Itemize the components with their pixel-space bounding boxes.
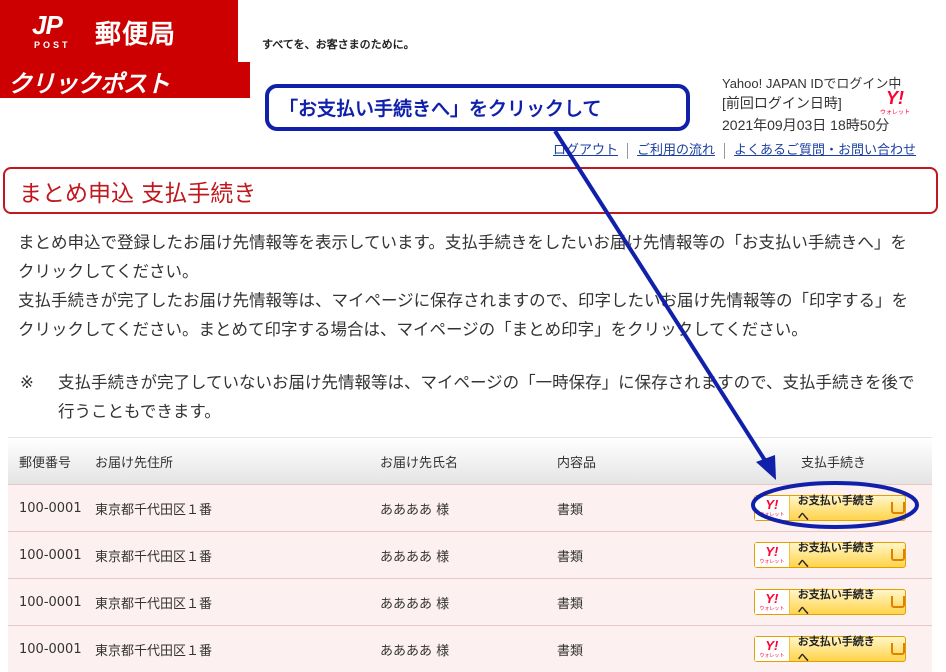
pay-button-label: お支払い手続きへ [797, 635, 875, 664]
clickpost-logo: クリックポスト [8, 70, 170, 98]
table-row: 100-0001 東京都千代田区１番 ああああ 様 書類 Y! ウォレット お支払… [8, 625, 932, 672]
row-address: 東京都千代田区１番 [95, 596, 213, 612]
row-contents: 書類 [557, 502, 584, 518]
pay-button-label: お支払い手続きへ [797, 541, 875, 570]
yahoo-wallet-icon: Y! ウォレット [755, 496, 790, 520]
yahoo-wallet-icon: Y! ウォレット [878, 88, 912, 116]
cart-icon [891, 596, 905, 608]
yahoo-y-mark: Y! [765, 590, 779, 606]
header-payment: 支払手続き [801, 455, 867, 471]
yahoo-y-mark: Y! [765, 543, 779, 559]
pay-button-label: お支払い手続きへ [797, 494, 875, 523]
wallet-label: ウォレット [879, 109, 910, 116]
last-login-label: [前回ログイン日時] [722, 95, 842, 111]
header-name: お届け先氏名 [380, 455, 459, 471]
yahoo-wallet-icon: Y! ウォレット [755, 637, 790, 661]
table-row: 100-0001 東京都千代田区１番 ああああ 様 書類 Y! ウォレット お支払… [8, 578, 932, 625]
wallet-label: ウォレット [759, 558, 785, 565]
row-contents: 書類 [557, 549, 584, 565]
table-row: 100-0001 東京都千代田区１番 ああああ 様 書類 Y! ウォレット お支払… [8, 484, 932, 531]
yahoo-y-mark: Y! [886, 88, 904, 108]
post-logo-text: POST [34, 40, 71, 50]
cart-icon [891, 549, 905, 561]
yahoo-wallet-icon: Y! ウォレット [755, 590, 790, 614]
jp-post-logo: JP POST [30, 10, 85, 52]
post-office-name: 郵便局 [95, 20, 177, 50]
row-zip: 100-0001 [19, 500, 82, 516]
pay-button[interactable]: Y! ウォレット お支払い手続きへ [754, 635, 906, 664]
yahoo-wallet-icon: Y! ウォレット [755, 543, 790, 567]
row-address: 東京都千代田区１番 [95, 502, 213, 518]
note-text: 支払手続きが完了していないお届け先情報等は、マイページの「一時保存」に保存されま… [58, 373, 915, 421]
instruction-callout: 「お支払い手続きへ」をクリックして [265, 84, 690, 131]
table-header: 郵便番号 お届け先住所 お届け先氏名 内容品 支払手続き [8, 437, 932, 484]
jp-logo-mark: JP [32, 10, 63, 40]
link-separator [627, 142, 629, 159]
row-contents: 書類 [557, 643, 584, 659]
faq-link[interactable]: よくあるご質問・お問い合わせ [734, 143, 916, 158]
login-status: Yahoo! JAPAN IDでログイン中 [722, 76, 902, 91]
page-title: まとめ申込 支払手続き [3, 167, 938, 214]
link-separator [724, 142, 726, 159]
row-contents: 書類 [557, 596, 584, 612]
row-zip: 100-0001 [19, 641, 82, 657]
pay-button[interactable]: Y! ウォレット お支払い手続きへ [754, 541, 906, 570]
tagline: すべてを、お客さまのために。 [262, 38, 415, 51]
usage-flow-link[interactable]: ご利用の流れ [637, 143, 715, 158]
pay-button-label: お支払い手続きへ [797, 588, 875, 617]
row-zip: 100-0001 [19, 594, 82, 610]
header-address: お届け先住所 [95, 455, 174, 471]
header-links: ログアウト ご利用の流れ よくあるご質問・お問い合わせ [553, 139, 916, 159]
description-paragraph-2: 支払手続きが完了したお届け先情報等は、マイページに保存されますので、印字したいお… [18, 291, 909, 339]
row-address: 東京都千代田区１番 [95, 643, 213, 659]
row-name: ああああ 様 [380, 502, 450, 518]
table-row: 100-0001 東京都千代田区１番 ああああ 様 書類 Y! ウォレット お支払… [8, 531, 932, 578]
description-paragraph-1: まとめ申込で登録したお届け先情報等を表示しています。支払手続きをしたいお届け先情… [18, 233, 907, 281]
header-contents: 内容品 [557, 455, 597, 471]
note-mark: ※ [20, 373, 34, 392]
header-zip: 郵便番号 [19, 455, 72, 471]
cart-icon [891, 502, 905, 514]
row-address: 東京都千代田区１番 [95, 549, 213, 565]
logout-link[interactable]: ログアウト [553, 143, 618, 158]
shipment-table: 郵便番号 お届け先住所 お届け先氏名 内容品 支払手続き 100-0001 東京… [8, 437, 932, 672]
pay-button[interactable]: Y! ウォレット お支払い手続きへ [754, 588, 906, 617]
last-login-datetime: 2021年09月03日 18時50分 [722, 117, 890, 133]
cart-icon [891, 643, 905, 655]
row-name: ああああ 様 [380, 549, 450, 565]
wallet-label: ウォレット [759, 605, 785, 612]
row-name: ああああ 様 [380, 643, 450, 659]
row-zip: 100-0001 [19, 547, 82, 563]
yahoo-y-mark: Y! [765, 637, 779, 653]
row-name: ああああ 様 [380, 596, 450, 612]
yahoo-y-mark: Y! [765, 496, 779, 512]
pay-button[interactable]: Y! ウォレット お支払い手続きへ [754, 494, 906, 523]
wallet-label: ウォレット [759, 511, 785, 518]
wallet-label: ウォレット [759, 652, 785, 659]
